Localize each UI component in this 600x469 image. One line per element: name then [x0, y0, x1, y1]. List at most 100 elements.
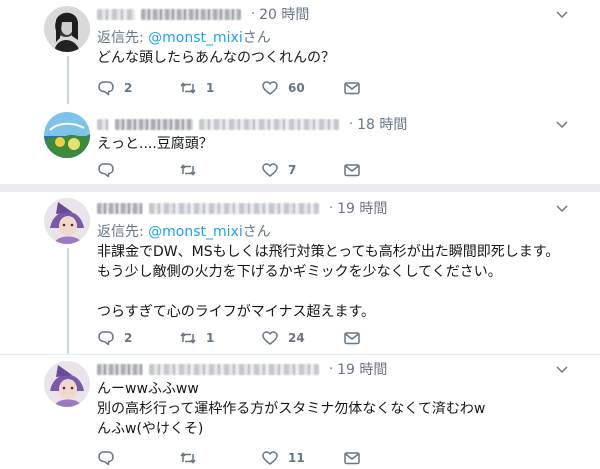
dot-separator: · [251, 6, 256, 22]
screen-name[interactable] [149, 202, 319, 214]
avatar[interactable] [44, 361, 90, 407]
retweet-button[interactable] [179, 448, 261, 468]
like-button[interactable]: 60 [261, 78, 343, 98]
tweet-text-line [97, 282, 559, 302]
screen-name[interactable] [149, 363, 319, 375]
screen-name[interactable] [115, 118, 193, 130]
envelope-icon [344, 332, 360, 345]
heart-icon [262, 451, 278, 465]
tweet-text-line: んーwwふふww [97, 381, 199, 397]
chevron-down-icon[interactable] [554, 361, 570, 377]
retweet-icon [180, 82, 196, 94]
display-name[interactable] [97, 8, 135, 20]
tweet-header: · 19 時間 [97, 359, 387, 379]
tweet-text-line: えっと....豆腐頭？ [97, 136, 213, 152]
chevron-down-icon[interactable] [554, 6, 570, 22]
envelope-icon [344, 82, 360, 95]
tweet[interactable]: · 19 時間 返信先: @monst_mixiさん 非課金でDW、MSもしくは… [0, 192, 600, 354]
reply-context: 返信先: @monst_mixiさん [97, 221, 271, 241]
heart-icon [262, 81, 278, 95]
like-count: 11 [288, 451, 305, 465]
reply-handle-link[interactable]: @monst_mixi [148, 224, 243, 240]
conversation-divider [0, 184, 600, 192]
avatar[interactable] [44, 112, 90, 158]
dm-button[interactable] [343, 448, 361, 468]
reply-button[interactable]: 2 [97, 78, 179, 98]
display-name[interactable] [97, 118, 109, 130]
reply-context: 返信先: @monst_mixiさん [97, 27, 271, 47]
avatar[interactable] [44, 6, 90, 52]
reply-icon [98, 81, 114, 96]
retweet-button[interactable]: 1 [179, 78, 261, 98]
tweet-header: · 20 時間 [97, 4, 309, 24]
tweet-text: えっと....豆腐頭？ [97, 134, 213, 154]
reply-suffix: さん [242, 30, 271, 46]
reply-icon [98, 163, 114, 178]
chevron-down-icon[interactable] [554, 116, 570, 132]
screen-name[interactable] [141, 8, 241, 20]
reply-count: 2 [124, 331, 133, 345]
heart-icon [262, 331, 278, 345]
envelope-icon [344, 164, 360, 177]
screen-name-extra[interactable] [199, 118, 339, 130]
dot-separator: · [329, 361, 334, 377]
tweet-text-line: んふw(やけくそ) [97, 421, 204, 437]
like-button[interactable]: 24 [261, 328, 343, 348]
reply-icon [98, 451, 114, 466]
reply-label: 返信先: [97, 30, 149, 46]
tweet-text: 非課金でDW、MSもしくは飛行対策とっても高杉が出た瞬間即死します。 もう少し敵… [97, 242, 559, 322]
dot-separator: · [329, 200, 334, 216]
retweet-count: 1 [206, 331, 215, 345]
tweet-header: · 18 時間 [97, 114, 407, 134]
like-button[interactable]: 11 [261, 448, 343, 468]
timestamp[interactable]: 20 時間 [259, 4, 309, 24]
dm-button[interactable] [343, 328, 361, 348]
tweet[interactable]: · 19 時間 んーwwふふww 別の高杉行って運枠作る方がスタミナ勿体なくなく… [0, 355, 600, 469]
retweet-count: 1 [206, 81, 215, 95]
tweet-text-line: もう少し敵側の火力を下げるかギミックを少なくしてください。 [97, 264, 502, 280]
avatar[interactable] [44, 198, 90, 244]
thread-connector [67, 56, 69, 104]
timestamp[interactable]: 18 時間 [357, 114, 407, 134]
tweet-text-line: つらすぎて心のライフがマイナス超えます。 [97, 304, 376, 320]
like-count: 24 [288, 331, 305, 345]
timestamp[interactable]: 19 時間 [337, 359, 387, 379]
tweet-text-line: 別の高杉行って運枠作る方がスタミナ勿体なくなくて済むわw [97, 401, 486, 417]
tweet-text-line: 非課金でDW、MSもしくは飛行対策とっても高杉が出た瞬間即死します。 [97, 244, 560, 260]
tweet-actions: 2 1 60 [97, 78, 361, 98]
tweet[interactable]: · 18 時間 えっと....豆腐頭？ 7 [0, 104, 600, 184]
reply-button[interactable]: 2 [97, 328, 179, 348]
tweet-text: どんな頭したらあんなのつくれんの？ [97, 48, 335, 68]
reply-handle-link[interactable]: @monst_mixi [148, 30, 243, 46]
tweet-text-line: どんな頭したらあんなのつくれんの？ [97, 50, 335, 66]
dm-button[interactable] [343, 78, 361, 98]
reply-icon [98, 331, 114, 346]
tweet-actions: 2 1 24 [97, 328, 361, 348]
like-count: 7 [288, 163, 297, 177]
chevron-down-icon[interactable] [554, 200, 570, 216]
envelope-icon [344, 452, 360, 465]
thread-connector [67, 248, 69, 354]
dot-separator: · [349, 116, 354, 132]
reply-label: 返信先: [97, 224, 149, 240]
tweet-header: · 19 時間 [97, 198, 387, 218]
like-count: 60 [288, 81, 305, 95]
retweet-icon [180, 164, 196, 176]
display-name[interactable] [97, 363, 143, 375]
dm-button[interactable] [343, 160, 361, 180]
retweet-button[interactable]: 1 [179, 328, 261, 348]
reply-suffix: さん [242, 224, 271, 240]
tweet-actions: 11 [97, 448, 361, 468]
timestamp[interactable]: 19 時間 [337, 198, 387, 218]
like-button[interactable]: 7 [261, 160, 343, 180]
retweet-icon [180, 332, 196, 344]
retweet-button[interactable] [179, 160, 261, 180]
reply-button[interactable] [97, 160, 179, 180]
tweet-actions: 7 [97, 160, 361, 180]
tweet-text: んーwwふふww 別の高杉行って運枠作る方がスタミナ勿体なくなくて済むわw んふ… [97, 379, 485, 439]
reply-button[interactable] [97, 448, 179, 468]
retweet-icon [180, 452, 196, 464]
heart-icon [262, 163, 278, 177]
tweet[interactable]: · 20 時間 返信先: @monst_mixiさん どんな頭したらあんなのつく… [0, 0, 600, 104]
display-name[interactable] [97, 202, 143, 214]
